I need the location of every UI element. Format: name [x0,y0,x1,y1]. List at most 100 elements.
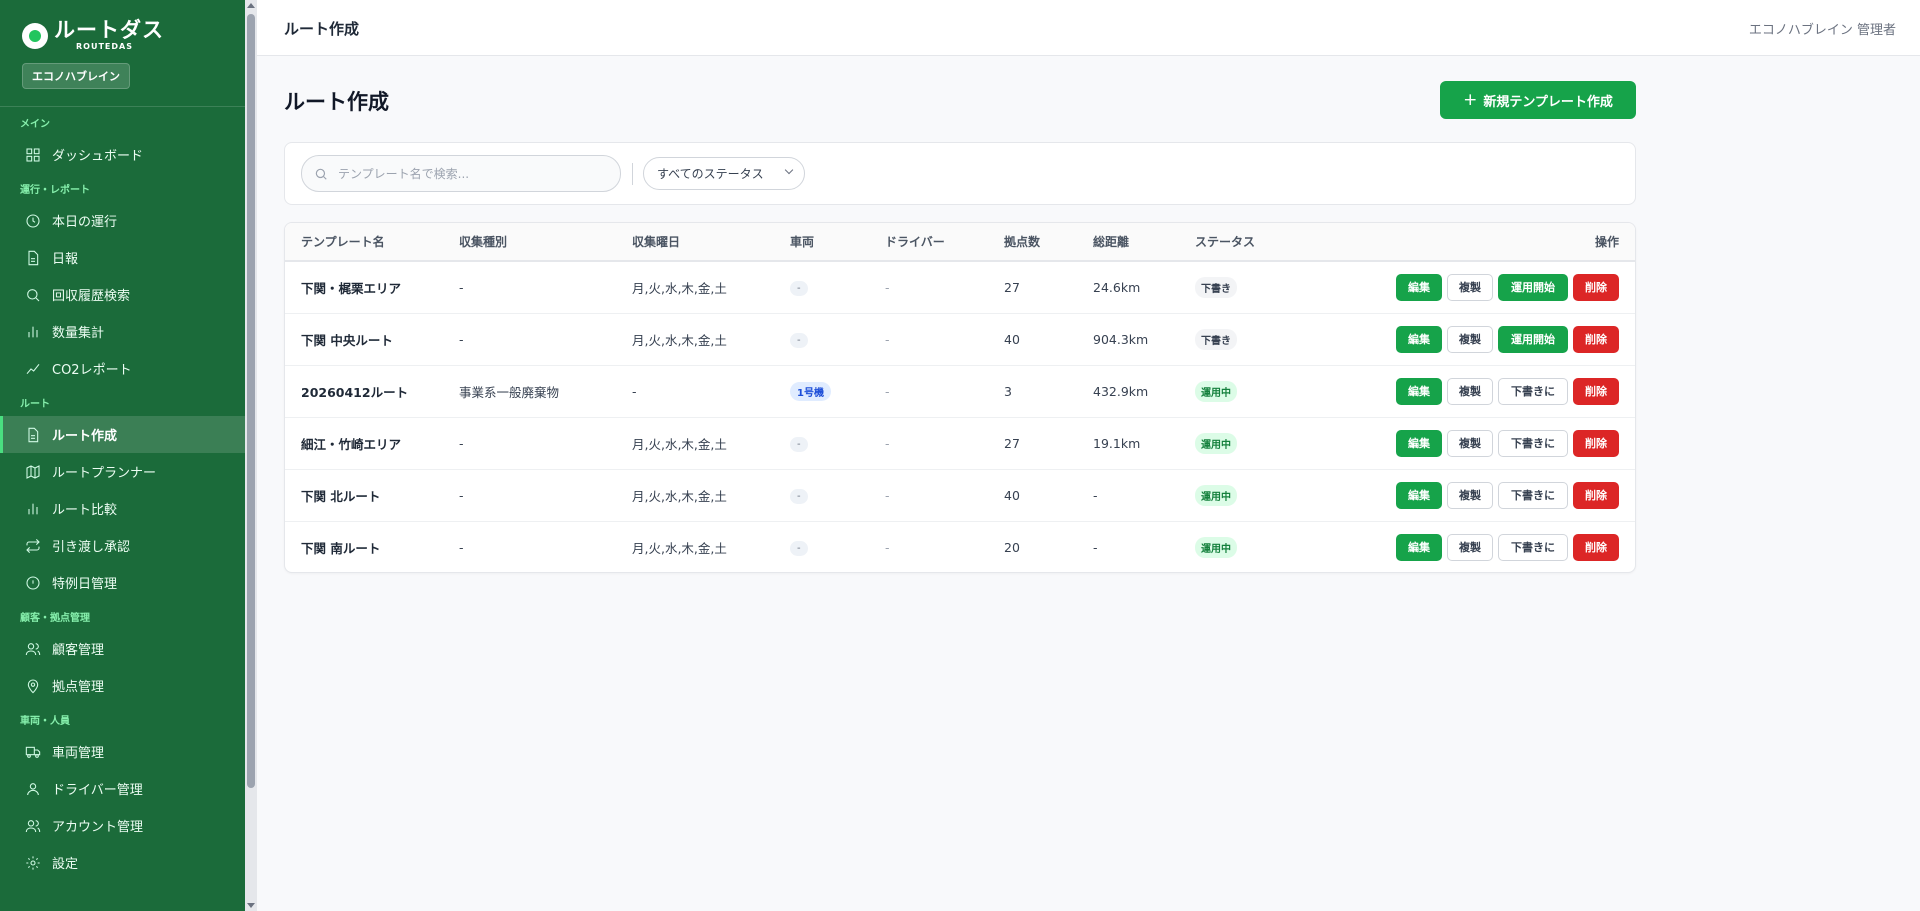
edit-button[interactable]: 編集 [1396,273,1442,301]
vehicle-badge: - [790,332,808,348]
sidebar-item-label: 特例日管理 [52,577,118,592]
sidebar-item-label: ルート比較 [52,503,118,518]
sidebar-item[interactable]: ルートプランナー [0,453,245,490]
vehicle-badge: - [790,280,808,296]
status-cell: 運用中 [1195,365,1367,417]
status-cell: 下書き [1195,313,1367,365]
sidebar-item-label: 本日の運行 [52,215,118,230]
template-name[interactable]: 細江・竹崎エリア [285,417,459,469]
delete-button[interactable]: 削除 [1573,481,1619,509]
actions-cell: 編集 複製 運用開始 削除 [1367,261,1635,313]
sidebar-item[interactable]: ダッシュボード [0,136,245,173]
duplicate-button[interactable]: 複製 [1447,325,1493,353]
edit-button[interactable]: 編集 [1396,325,1442,353]
logo-sub: ROUTEDAS [76,42,133,51]
sidebar-item[interactable]: ルート作成 [0,416,245,453]
users-icon [24,640,42,658]
sidebar-item[interactable]: 回収履歴検索 [0,276,245,313]
status-badge: 運用中 [1195,536,1237,558]
point-count: 40 [1004,487,1020,503]
sidebar-item[interactable]: 拠点管理 [0,667,245,704]
column-header: 拠点数 [1004,235,1041,249]
map-pin-icon [24,677,42,695]
sidebar-item[interactable]: CO2レポート [0,350,245,387]
template-name[interactable]: 下関 南ルート [285,521,459,572]
table-row[interactable]: 下関 中央ルート - 月,火,水,木,金,土 - -40 904.3km 下書き 編集 複製 運用… [285,313,1635,365]
revert-draft-button[interactable]: 下書きに [1498,533,1568,561]
revert-draft-button[interactable]: 下書きに [1498,481,1568,509]
delete-button[interactable]: 削除 [1573,533,1619,561]
total-distance: 24.6km [1093,279,1141,295]
nav-section-label: 顧客・拠点管理 [20,613,90,624]
sidebar-item[interactable]: アカウント管理 [0,807,245,844]
delete-button[interactable]: 削除 [1573,429,1619,457]
delete-button[interactable]: 削除 [1573,377,1619,405]
template-name[interactable]: 下関 北ルート [285,469,459,521]
revert-draft-button[interactable]: 下書きに [1498,429,1568,457]
edit-button[interactable]: 編集 [1396,481,1442,509]
sidebar-item[interactable]: 車両管理 [0,733,245,770]
edit-button[interactable]: 編集 [1396,377,1442,405]
template-name[interactable]: 下関 中央ルート [285,313,459,365]
vehicle-badge: - [790,488,808,504]
vehicle-cell: - [790,261,885,313]
sidebar-item[interactable]: 顧客管理 [0,630,245,667]
status-cell: 運用中 [1195,469,1367,521]
sidebar-scrollbar[interactable] [245,0,257,911]
document-icon [24,426,42,444]
search-input[interactable] [338,166,598,181]
sidebar-item[interactable]: ルート比較 [0,490,245,527]
scroll-down-arrow[interactable] [247,903,255,908]
new-template-button[interactable]: + 新規テンプレート作成 [1440,81,1636,119]
sidebar-item[interactable]: 本日の運行 [0,202,245,239]
duplicate-button[interactable]: 複製 [1447,533,1493,561]
start-operation-button[interactable]: 運用開始 [1498,325,1568,353]
template-table-card: テンプレート名 収集種別 収集曜日 車両 ドライバー 拠点数 総距離 ステータス 操作 下関・梶… [284,222,1636,573]
template-name[interactable]: 20260412ルート [285,365,459,417]
point-count: 3 [1004,383,1012,399]
collection-type: - [459,331,464,347]
sidebar-item[interactable]: 設定 [0,844,245,881]
template-name[interactable]: 下関・梶栗エリア [285,261,459,313]
brand-area: ルートダス ROUTEDAS エコノハブレイン [0,0,245,107]
truck-icon [24,743,42,761]
sidebar-item[interactable]: 特例日管理 [0,564,245,601]
table-row[interactable]: 細江・竹崎エリア - 月,火,水,木,金,土 - -27 19.1km 運用中 編集 複製 下書き… [285,417,1635,469]
search-box[interactable] [301,155,621,192]
table-row[interactable]: 下関・梶栗エリア - 月,火,水,木,金,土 - -27 24.6km 下書き 編集 複製 運用開… [285,261,1635,313]
table-row[interactable]: 20260412ルート 事業系一般廃棄物 - 1号機 - 3 432.9km 運用中 編集 複製下… [285,365,1635,417]
logo[interactable]: ルートダス ROUTEDAS [22,20,245,51]
driver-cell: - [885,383,890,399]
point-count: 20 [1004,539,1020,555]
delete-button[interactable]: 削除 [1573,325,1619,353]
status-filter-select[interactable]: すべてのステータス [643,157,805,190]
start-operation-button[interactable]: 運用開始 [1498,273,1568,301]
column-header: ステータス [1195,235,1256,249]
vehicle-badge: - [790,436,808,452]
duplicate-button[interactable]: 複製 [1447,429,1493,457]
column-header: 車両 [790,235,815,249]
duplicate-button[interactable]: 複製 [1447,481,1493,509]
scroll-up-arrow[interactable] [247,3,255,8]
user-menu[interactable]: エコノハブレイン 管理者 [1749,19,1896,38]
table-row[interactable]: 下関 南ルート - 月,火,水,木,金,土 - -20- 運用中 編集 複製 下書きに 削除 [285,521,1635,572]
sidebar-item[interactable]: 数量集計 [0,313,245,350]
collection-days: 月,火,水,木,金,土 [632,280,727,296]
repeat-icon [24,537,42,555]
sidebar-item-label: 数量集計 [52,326,105,341]
column-header: 操作 [1594,235,1619,249]
status-cell: 運用中 [1195,521,1367,572]
revert-draft-button[interactable]: 下書きに [1498,377,1568,405]
sidebar-item[interactable]: 日報 [0,239,245,276]
edit-button[interactable]: 編集 [1396,533,1442,561]
sidebar-item[interactable]: ドライバー管理 [0,770,245,807]
edit-button[interactable]: 編集 [1396,429,1442,457]
filter-bar: すべてのステータス [284,142,1636,205]
duplicate-button[interactable]: 複製 [1447,377,1493,405]
bar-chart-icon [24,323,42,341]
scroll-thumb[interactable] [247,14,255,788]
duplicate-button[interactable]: 複製 [1447,273,1493,301]
table-row[interactable]: 下関 北ルート - 月,火,水,木,金,土 - -40- 運用中 編集 複製 下書きに 削除 [285,469,1635,521]
delete-button[interactable]: 削除 [1573,273,1619,301]
sidebar-item[interactable]: 引き渡し承認 [0,527,245,564]
